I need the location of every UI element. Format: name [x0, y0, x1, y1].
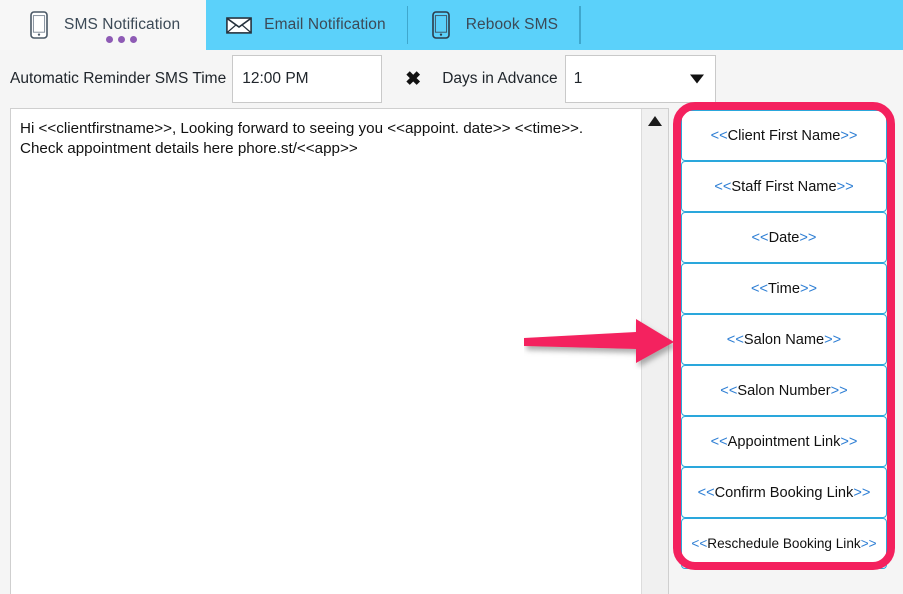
- token-open-chevron: <<: [751, 229, 769, 246]
- token-open-chevron: <<: [710, 433, 728, 450]
- days-in-advance-value: 1: [573, 70, 583, 87]
- token-staff-first-name[interactable]: << Staff First Name >>: [681, 161, 887, 212]
- token-open-chevron: <<: [720, 382, 738, 399]
- scroll-up-arrow-icon[interactable]: [648, 116, 662, 126]
- envelope-icon: [226, 9, 253, 41]
- tab-email-notification[interactable]: Email Notification: [206, 0, 408, 50]
- sms-message-textarea[interactable]: Hi <<clientfirstname>>, Looking forward …: [11, 109, 641, 594]
- days-in-advance-select[interactable]: 1: [564, 55, 716, 103]
- active-tab-dots: [0, 36, 206, 43]
- token-label: Confirm Booking Link: [714, 484, 854, 501]
- token-close-chevron: >>: [836, 178, 854, 195]
- days-in-advance-select-wrapper: 1: [564, 55, 716, 103]
- tab-divider: [580, 6, 582, 44]
- token-client-first-name[interactable]: << Client First Name >>: [681, 110, 887, 161]
- reminder-time-input[interactable]: [232, 55, 383, 103]
- notification-tab-bar: SMS Notification Email Notification Rebo…: [0, 0, 903, 50]
- reminder-settings-row: Automatic Reminder SMS Time ✖ Days in Ad…: [0, 50, 903, 108]
- token-open-chevron: <<: [691, 536, 708, 551]
- sms-notification-settings-page: SMS Notification Email Notification Rebo…: [0, 0, 903, 594]
- clear-time-icon[interactable]: ✖: [400, 66, 426, 92]
- token-time[interactable]: << Time >>: [681, 263, 887, 314]
- token-salon-name[interactable]: << Salon Name >>: [681, 314, 887, 365]
- token-label: Appointment Link: [727, 433, 841, 450]
- reminder-time-label: Automatic Reminder SMS Time: [10, 70, 227, 87]
- token-label: Salon Name: [743, 331, 825, 348]
- token-date[interactable]: << Date >>: [681, 212, 887, 263]
- tab-rebook-sms[interactable]: Rebook SMS: [408, 0, 581, 50]
- token-open-chevron: <<: [751, 280, 769, 297]
- token-close-chevron: >>: [799, 280, 817, 297]
- token-appointment-link[interactable]: << Appointment Link >>: [681, 416, 887, 467]
- token-close-chevron: >>: [840, 127, 858, 144]
- tab-label: Rebook SMS: [465, 16, 559, 33]
- token-label: Staff First Name: [731, 178, 837, 195]
- token-open-chevron: <<: [726, 331, 744, 348]
- token-close-chevron: >>: [824, 331, 842, 348]
- days-in-advance-label: Days in Advance: [442, 70, 558, 87]
- token-open-chevron: <<: [714, 178, 732, 195]
- tab-label: Email Notification: [264, 16, 386, 33]
- tab-sms-notification[interactable]: SMS Notification: [0, 0, 207, 50]
- token-label: Client First Name: [727, 127, 841, 144]
- token-label: Time: [768, 280, 800, 297]
- token-label: Salon Number: [737, 382, 831, 399]
- token-open-chevron: <<: [710, 127, 728, 144]
- token-salon-number[interactable]: << Salon Number >>: [681, 365, 887, 416]
- token-close-chevron: >>: [853, 484, 871, 501]
- tab-label: SMS Notification: [64, 16, 181, 33]
- token-open-chevron: <<: [697, 484, 715, 501]
- token-label: Reschedule Booking Link: [707, 536, 861, 551]
- merge-token-panel: << Client First Name >> << Staff First Name…: [681, 110, 887, 569]
- token-label: Date: [768, 229, 800, 246]
- phone-icon: [428, 9, 454, 41]
- token-confirm-booking-link[interactable]: << Confirm Booking Link >>: [681, 467, 887, 518]
- token-close-chevron: >>: [830, 382, 848, 399]
- sms-message-box: Hi <<clientfirstname>>, Looking forward …: [10, 108, 669, 594]
- token-close-chevron: >>: [840, 433, 858, 450]
- token-reschedule-booking-link[interactable]: << Reschedule Booking Link >>: [681, 518, 887, 569]
- token-close-chevron: >>: [799, 229, 817, 246]
- tab-bar-filler: [580, 0, 903, 50]
- token-close-chevron: >>: [860, 536, 877, 551]
- message-scrollbar[interactable]: [641, 109, 668, 594]
